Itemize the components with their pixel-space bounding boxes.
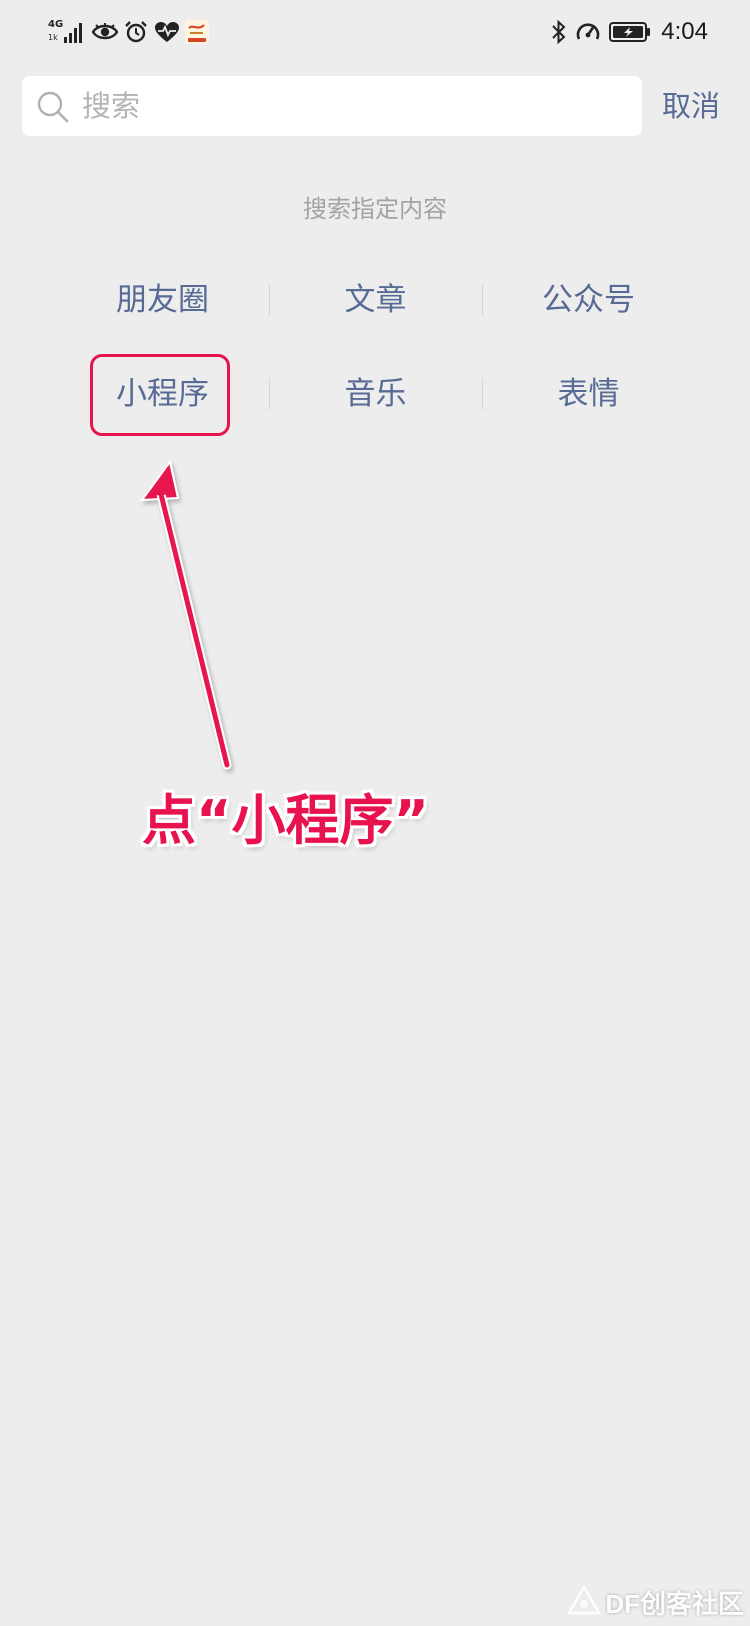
category-articles[interactable]: 文章: [269, 278, 482, 322]
status-right-group: 4:04: [551, 14, 708, 50]
category-moments[interactable]: 朋友圈: [56, 278, 269, 322]
search-icon: [36, 90, 70, 124]
heart-rate-icon: [154, 21, 180, 43]
bluetooth-icon: [551, 20, 567, 44]
search-input[interactable]: [82, 86, 622, 126]
category-mini-programs[interactable]: 小程序: [56, 372, 269, 416]
status-bar: 4G 1k 4:04: [0, 0, 750, 64]
search-scope-title: 搜索指定内容: [303, 195, 447, 223]
battery-charging-icon: [609, 21, 651, 43]
cancel-button[interactable]: 取消: [662, 86, 720, 126]
category-row: 小程序 音乐 表情: [56, 372, 696, 416]
category-music[interactable]: 音乐: [269, 372, 482, 416]
app-notification-icon: [184, 19, 210, 45]
category-stickers[interactable]: 表情: [482, 372, 695, 416]
search-box[interactable]: [22, 76, 642, 136]
annotation-caption: 点“小程序”: [142, 789, 429, 852]
status-time: 4:04: [661, 18, 708, 45]
category-official-accounts[interactable]: 公众号: [482, 278, 695, 322]
status-left-group: 4G 1k: [48, 14, 210, 50]
signal-bars-icon: [64, 21, 84, 43]
eye-icon: [92, 22, 118, 42]
watermark-logo-icon: [567, 1584, 602, 1619]
watermark-text: DF创客社区: [605, 1588, 744, 1619]
watermark: DF创客社区: [567, 1582, 744, 1622]
network-type-indicator: 4G 1k: [48, 19, 64, 45]
network-speed: 1k: [48, 33, 58, 42]
speedometer-icon: [575, 20, 601, 44]
alarm-clock-icon: [124, 20, 148, 44]
category-row: 朋友圈 文章 公众号: [56, 278, 696, 322]
network-generation: 4G: [48, 19, 64, 30]
